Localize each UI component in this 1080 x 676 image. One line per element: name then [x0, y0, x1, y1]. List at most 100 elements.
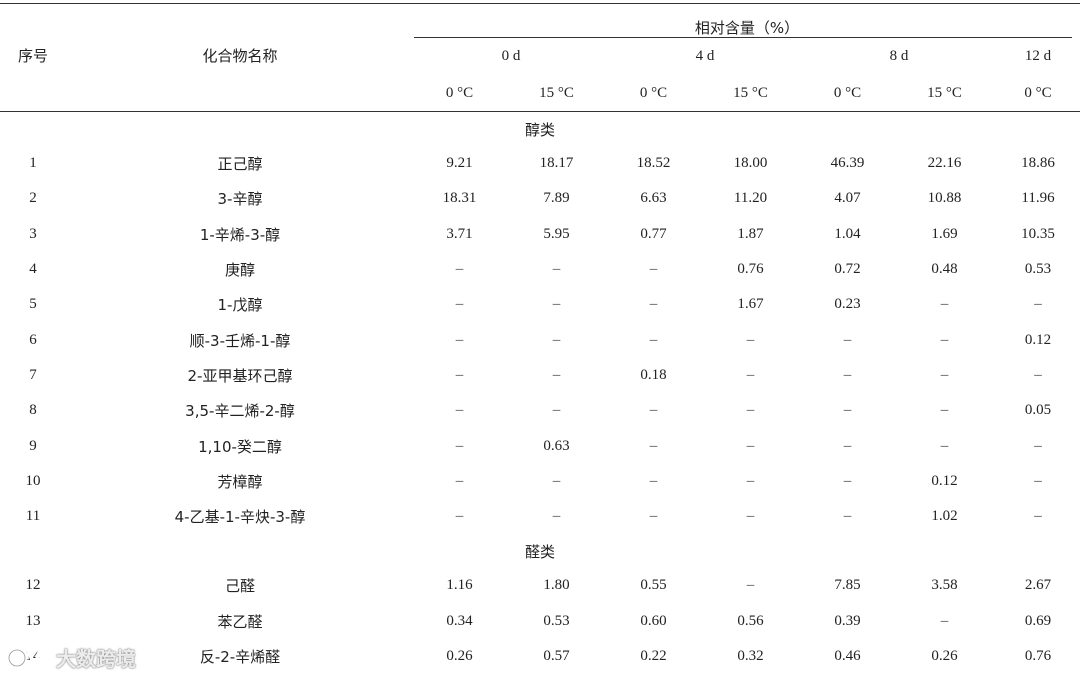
cell-id: 1 [29, 155, 37, 172]
cell-value: 0.57 [543, 648, 570, 664]
cell-value: – [552, 261, 561, 278]
cell-value: 0.77 [640, 225, 667, 242]
table-row: 9 1,10-癸二醇 – 0.63 – – – – – [0, 428, 1080, 463]
cell-value: 0.32 [737, 648, 764, 664]
cell-value: 0.39 [834, 612, 861, 629]
table-row: 6 顺-3-壬烯-1-醇 – – – – – – 0.12 [0, 322, 1080, 357]
table-row: 14 反-2-辛烯醛 0.26 0.57 0.22 0.32 0.46 0.26 0.76 [0, 639, 1080, 674]
cell-compound-name: 1-辛烯-3-醇 [199, 225, 281, 244]
header-relative-content: 相对含量（%） [414, 0, 1080, 38]
cell-value: – [552, 296, 561, 313]
cell-compound-name: 己醛 [224, 577, 255, 596]
cell-compound-name: 庚醇 [224, 261, 255, 280]
cell-value: 1.67 [737, 296, 764, 313]
cell-value: – [746, 366, 755, 383]
cell-value: – [843, 402, 852, 419]
cell-value: – [746, 577, 755, 594]
cell-value: 1.80 [543, 577, 570, 594]
cell-value: – [649, 472, 658, 489]
cell-value: – [1034, 296, 1042, 313]
header-temp: 15 °C [505, 75, 608, 112]
header-row-1: 序号 化合物名称 相对含量（%） [0, 0, 1080, 112]
cell-id: 6 [29, 331, 37, 348]
cell-value: 0.53 [543, 612, 570, 629]
group-label: 醇类 [525, 120, 556, 139]
cell-value: – [1034, 508, 1042, 525]
cell-value: 1.04 [834, 225, 861, 242]
cell-value: – [843, 437, 852, 454]
cell-value: 5.95 [543, 225, 570, 242]
cell-compound-name: 3-辛醇 [217, 190, 263, 209]
cell-value: 0.53 [1024, 261, 1052, 278]
cell-value: 9.21 [446, 155, 473, 172]
cell-compound-name: 苯乙醛 [217, 612, 263, 631]
cell-value: – [1034, 366, 1042, 383]
cell-value: 0.26 [446, 648, 473, 664]
cell-value: – [649, 296, 658, 313]
group-label: 醛类 [525, 542, 556, 561]
cell-value: 18.52 [636, 155, 671, 172]
cell-compound-name: 2-亚甲基环己醇 [187, 366, 293, 385]
header-day-4: 4 d [608, 38, 802, 75]
table-row: 5 1-戊醇 – – – 1.67 0.23 – – [0, 287, 1080, 322]
cell-value: – [746, 402, 755, 419]
cell-value: – [940, 366, 949, 383]
header-day-8: 8 d [802, 38, 996, 75]
table-row: 2 3-辛醇 18.31 7.89 6.63 11.20 4.07 10.88 11.96 [0, 181, 1080, 216]
relative-content-table: 序号 化合物名称 相对含量（%） 0 d 4 d 8 d 12 d 0 °C 1… [0, 0, 1080, 674]
cell-id: 14 [25, 648, 41, 664]
cell-value: 4.07 [834, 190, 861, 207]
cell-value: – [940, 296, 949, 313]
cell-value: – [843, 472, 852, 489]
cell-value: 18.31 [442, 190, 477, 207]
cell-value: 46.39 [830, 155, 865, 172]
cell-value: 0.12 [1024, 331, 1052, 348]
cell-id: 2 [29, 190, 37, 207]
cell-value: – [552, 402, 561, 419]
cell-id: 5 [29, 296, 37, 313]
cell-compound-name: 1-戊醇 [217, 296, 263, 315]
table-row: 11 4-乙基-1-辛炔-3-醇 – – – – – 1.02 – [0, 499, 1080, 534]
table-row: 10 芳樟醇 – – – – – 0.12 – [0, 464, 1080, 499]
cell-value: 18.86 [1021, 155, 1055, 172]
cell-value: 11.96 [1021, 190, 1055, 207]
cell-value: – [649, 402, 658, 419]
table-row: 3 1-辛烯-3-醇 3.71 5.95 0.77 1.87 1.04 1.69 10.35 [0, 217, 1080, 252]
cell-value: – [843, 508, 852, 525]
cell-value: 0.26 [931, 648, 958, 664]
cell-value: 0.72 [834, 261, 861, 278]
cell-value: – [746, 508, 755, 525]
cell-value: 1.69 [931, 225, 958, 242]
cell-id: 11 [25, 508, 41, 525]
cell-id: 9 [29, 437, 37, 454]
cell-value: 18.17 [539, 155, 574, 172]
table-row: 13 苯乙醛 0.34 0.53 0.60 0.56 0.39 – 0.69 [0, 604, 1080, 639]
cell-value: – [649, 331, 658, 348]
cell-value: 18.00 [733, 155, 768, 172]
cell-value: – [552, 508, 561, 525]
cell-value: – [1034, 437, 1042, 454]
cell-value: 6.63 [640, 190, 667, 207]
cell-value: – [455, 331, 464, 348]
cell-value: 0.56 [737, 612, 764, 629]
cell-value: 0.55 [640, 577, 667, 594]
cell-value: 0.46 [834, 648, 861, 664]
cell-value: 10.88 [927, 190, 962, 207]
table-body: 醇类 1 正己醇 9.21 18.17 18.52 18.00 46.39 22.16 18.86… [0, 112, 1080, 675]
cell-id: 12 [25, 577, 41, 594]
cell-value: 0.76 [1024, 648, 1052, 664]
cell-value: – [746, 331, 755, 348]
cell-id: 4 [29, 261, 37, 278]
cell-value: – [455, 296, 464, 313]
cell-value: – [649, 437, 658, 454]
cell-value: – [940, 437, 949, 454]
cell-value: 10.35 [1021, 225, 1055, 242]
cell-id: 10 [25, 472, 41, 489]
cell-value: – [940, 612, 949, 629]
header-name: 化合物名称 [66, 0, 414, 112]
header-temp: 15 °C [893, 75, 996, 112]
cell-value: – [455, 402, 464, 419]
cell-value: 0.18 [640, 366, 667, 383]
cell-value: 0.69 [1024, 612, 1052, 629]
cell-compound-name: 正己醇 [217, 155, 263, 174]
